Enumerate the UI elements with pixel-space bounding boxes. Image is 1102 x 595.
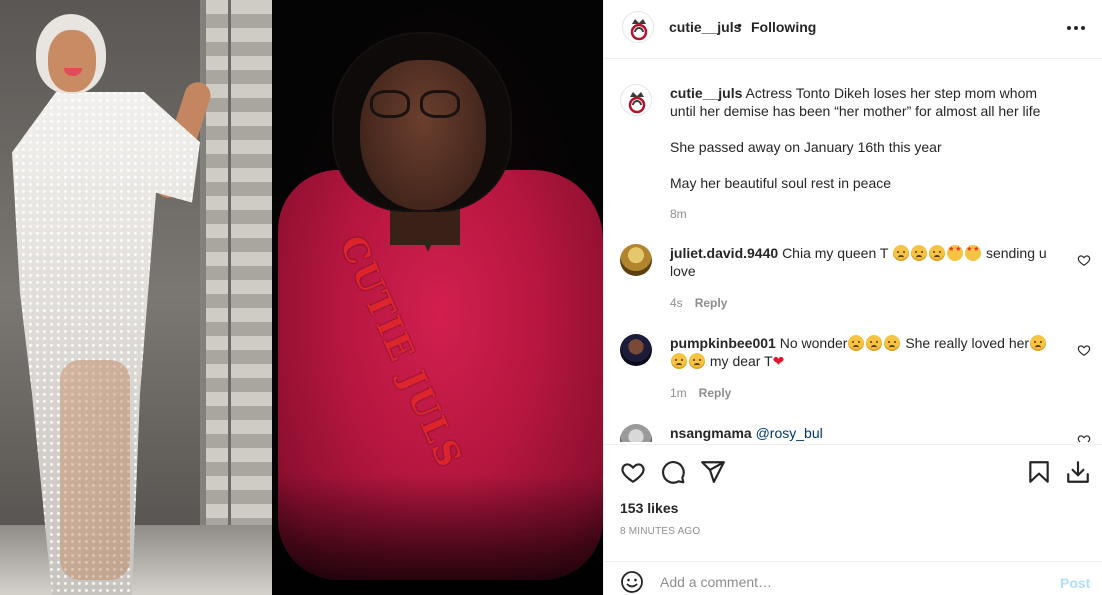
emoji-icon[interactable]	[620, 570, 644, 594]
sad-face-icon	[848, 335, 865, 351]
photo-left-woman-in-sequin-dress	[0, 0, 272, 595]
red-heart-icon: ❤	[772, 353, 785, 369]
avatar[interactable]	[620, 244, 652, 276]
add-comment-input[interactable]	[660, 574, 1040, 590]
comment-text: pumpkinbee001 No wonder She really loved…	[670, 334, 1060, 370]
sad-face-icon	[911, 245, 928, 261]
comment-meta: 4s Reply	[670, 296, 728, 310]
post-media[interactable]: CUTIE JULS	[0, 0, 603, 595]
header-username[interactable]: cutie__juls	[669, 19, 741, 35]
sad-face-icon	[893, 245, 910, 261]
sad-face-icon	[671, 353, 687, 369]
add-comment-bar: Post	[604, 561, 1102, 595]
post-side-panel: cutie__juls • Following cutie__juls Actr…	[603, 0, 1102, 595]
avatar[interactable]	[622, 11, 654, 43]
mention-link[interactable]: @rosy_bul	[756, 425, 823, 441]
caption-username[interactable]: cutie__juls	[670, 85, 742, 101]
comment-meta: 1m Reply	[670, 386, 732, 400]
post-timestamp[interactable]: 8 MINUTES AGO	[620, 526, 700, 537]
post-header: cutie__juls • Following	[604, 0, 1102, 59]
star-struck-icon	[965, 245, 982, 261]
comment-username[interactable]: pumpkinbee001	[670, 335, 776, 351]
sad-face-icon	[929, 245, 946, 261]
photo-right-woman-in-red-shirt: CUTIE JULS	[272, 0, 603, 595]
caption-age: 8m	[670, 207, 687, 221]
avatar[interactable]	[620, 84, 652, 116]
avatar[interactable]	[620, 334, 652, 366]
comment-text: juliet.david.9440 Chia my queen T sendin…	[670, 244, 1060, 280]
like-comment-icon[interactable]	[1077, 433, 1091, 442]
sad-face-icon	[884, 335, 901, 351]
share-icon[interactable]	[700, 459, 726, 485]
comment-username[interactable]: nsangmama	[670, 425, 752, 441]
sad-face-icon	[866, 335, 883, 351]
separator-dot: •	[737, 17, 742, 33]
post-comment-button[interactable]: Post	[1060, 575, 1090, 591]
download-icon[interactable]	[1065, 459, 1091, 485]
avatar[interactable]	[620, 424, 652, 442]
comment-username[interactable]: juliet.david.9440	[670, 245, 778, 261]
comments-list[interactable]: cutie__juls Actress Tonto Dikeh loses he…	[604, 60, 1102, 442]
like-comment-icon[interactable]	[1077, 343, 1091, 357]
comment-text: nsangmama @rosy_bul	[670, 424, 1060, 442]
comment-icon[interactable]	[660, 459, 686, 485]
heart-icon[interactable]	[620, 459, 646, 485]
more-icon[interactable]	[1062, 16, 1090, 40]
star-struck-icon	[947, 245, 964, 261]
bookmark-icon[interactable]	[1026, 459, 1052, 485]
likes-count[interactable]: 153 likes	[620, 500, 678, 516]
caption-text: cutie__juls Actress Tonto Dikeh loses he…	[670, 85, 1041, 191]
reply-button[interactable]: Reply	[699, 386, 732, 400]
reply-button[interactable]: Reply	[695, 296, 728, 310]
action-bar	[604, 444, 1102, 486]
sad-face-icon	[1030, 335, 1047, 351]
following-button[interactable]: Following	[751, 19, 816, 35]
like-comment-icon[interactable]	[1077, 253, 1091, 267]
sad-face-icon	[689, 353, 705, 369]
